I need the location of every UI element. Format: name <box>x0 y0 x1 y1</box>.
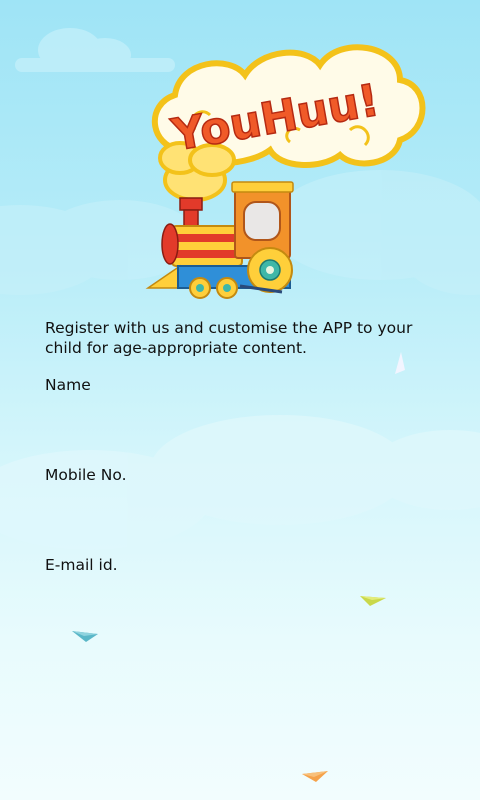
mobile-label: Mobile No. <box>45 466 127 484</box>
register-intro-text: Register with us and customise the APP t… <box>45 319 413 357</box>
train-illustration-icon: YouHuu! <box>145 44 426 299</box>
paper-plane-icon <box>395 352 405 374</box>
email-label: E-mail id. <box>45 556 118 574</box>
email-input[interactable] <box>45 578 449 614</box>
paper-plane-icon <box>360 596 386 606</box>
name-input[interactable] <box>45 398 449 434</box>
paper-plane-icon <box>72 631 98 642</box>
mobile-input[interactable] <box>45 488 449 524</box>
registration-form: Register with us and customise the APP t… <box>45 318 449 614</box>
name-label: Name <box>45 376 91 394</box>
paper-plane-icon <box>302 771 328 782</box>
youhuu-logo: YouHuu! <box>140 30 430 310</box>
